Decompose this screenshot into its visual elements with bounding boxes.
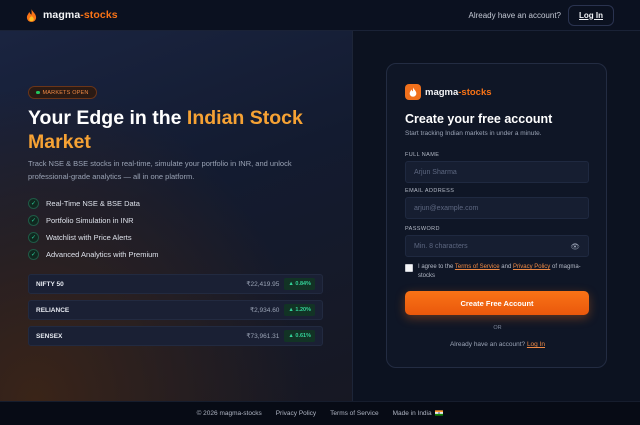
- fullname-placeholder: Arjun Sharma: [414, 168, 457, 176]
- or-divider: OR: [493, 325, 502, 331]
- email-input[interactable]: arjun@example.com: [405, 197, 589, 219]
- terms-text: I agree to the Terms of Service and Priv…: [418, 264, 581, 279]
- check-icon: ✓: [28, 198, 39, 209]
- brand-name: magma-stocks: [43, 9, 118, 21]
- copyright: © 2026 magma-stocks: [196, 410, 262, 417]
- india-flag-icon: [435, 410, 444, 416]
- ticker-change: ▲ 0.61%: [284, 330, 315, 342]
- fullname-label: FULL NAME: [405, 152, 440, 158]
- hero-description: Track NSE & BSE stocks in real-time, sim…: [28, 159, 292, 181]
- feature-item: ✓ Watchlist with Price Alerts: [28, 229, 159, 246]
- card-footer: Already have an account? Log In: [449, 341, 546, 348]
- terms-checkbox[interactable]: [405, 264, 413, 272]
- markets-status-badge: MARKETS OPEN: [28, 86, 97, 99]
- ticker-row[interactable]: SENSEX ₹73,961.31 ▲ 0.61%: [28, 326, 323, 346]
- check-icon: ✓: [28, 232, 39, 243]
- feature-item: ✓ Real-Time NSE & BSE Data: [28, 195, 159, 212]
- top-header: magma-stocks Already have an account? Lo…: [0, 0, 640, 31]
- ticker-change: ▲ 1.20%: [284, 304, 315, 316]
- terms-link[interactable]: Terms of Service: [455, 264, 500, 270]
- privacy-link[interactable]: Privacy Policy: [513, 264, 550, 270]
- flame-icon: [26, 8, 37, 22]
- status-dot-icon: [36, 90, 40, 95]
- signup-title: Create your free account: [405, 112, 553, 126]
- ticker-change: ▲ 0.84%: [284, 278, 315, 290]
- fullname-input[interactable]: Arjun Sharma: [405, 161, 589, 183]
- logo[interactable]: magma-stocks: [26, 8, 118, 22]
- signup-card: magma-stocks Create your free account St…: [386, 63, 607, 368]
- made-in-india: Made in India: [393, 410, 444, 417]
- ticker-name: SENSEX: [36, 332, 63, 340]
- feature-list: ✓ Real-Time NSE & BSE Data ✓ Portfolio S…: [28, 195, 159, 263]
- signup-subtitle: Start tracking Indian markets in under a…: [405, 130, 542, 137]
- ticker-price: ₹22,419.95: [246, 281, 280, 288]
- create-account-button[interactable]: Create Free Account: [405, 291, 589, 315]
- card-brand-name: magma-stocks: [425, 86, 492, 98]
- card-login-link[interactable]: Log In: [527, 341, 545, 348]
- password-placeholder: Min. 8 characters: [414, 242, 468, 250]
- ticker-name: RELIANCE: [36, 306, 70, 314]
- card-logo: magma-stocks: [405, 84, 492, 100]
- flame-icon: [405, 84, 421, 100]
- ticker-row[interactable]: RELIANCE ₹2,934.60 ▲ 1.20%: [28, 300, 323, 320]
- email-label: EMAIL ADDRESS: [405, 188, 455, 194]
- login-button[interactable]: Log In: [568, 4, 614, 26]
- ticker-name: NIFTY 50: [36, 280, 64, 288]
- ticker-price: ₹73,961.31: [246, 333, 280, 340]
- footer-privacy-link[interactable]: Privacy Policy: [276, 410, 316, 417]
- feature-label: Advanced Analytics with Premium: [46, 250, 159, 259]
- account-prompt: Already have an account?: [468, 10, 561, 20]
- feature-label: Watchlist with Price Alerts: [46, 233, 132, 242]
- password-input[interactable]: Min. 8 characters 👁: [405, 235, 589, 257]
- page-footer: © 2026 magma-stocks Privacy Policy Terms…: [0, 401, 640, 425]
- feature-item: ✓ Portfolio Simulation in INR: [28, 212, 159, 229]
- check-icon: ✓: [28, 249, 39, 260]
- ticker-list: NIFTY 50 ₹22,419.95 ▲ 0.84% RELIANCE ₹2,…: [28, 274, 323, 352]
- feature-label: Portfolio Simulation in INR: [46, 216, 134, 225]
- eye-icon[interactable]: 👁: [570, 242, 580, 251]
- feature-item: ✓ Advanced Analytics with Premium: [28, 246, 159, 263]
- feature-label: Real-Time NSE & BSE Data: [46, 199, 140, 208]
- email-placeholder: arjun@example.com: [414, 204, 479, 212]
- ticker-row[interactable]: NIFTY 50 ₹22,419.95 ▲ 0.84%: [28, 274, 323, 294]
- hero-title: Your Edge in the Indian Stock Market: [28, 107, 303, 153]
- footer-terms-link[interactable]: Terms of Service: [330, 410, 378, 417]
- ticker-price: ₹2,934.60: [249, 307, 280, 314]
- check-icon: ✓: [28, 215, 39, 226]
- password-label: PASSWORD: [405, 226, 440, 232]
